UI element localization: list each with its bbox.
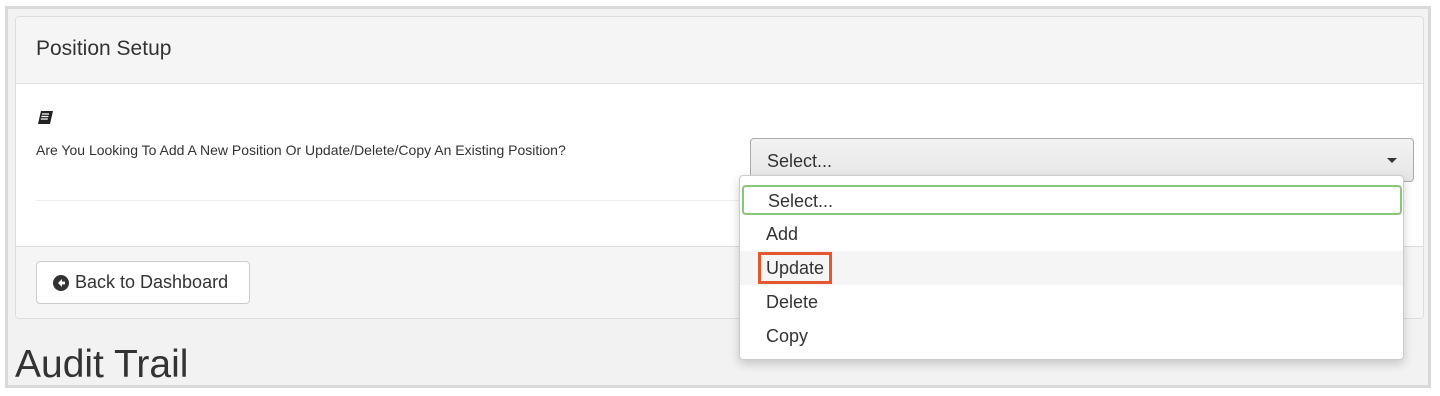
question-label: Are You Looking To Add A New Position Or… xyxy=(36,142,566,158)
select-dropdown-menu: Select... Add Update Delete Copy xyxy=(739,175,1404,360)
option-copy[interactable]: Copy xyxy=(740,319,1403,353)
annotation-highlight-box xyxy=(758,252,832,284)
book-icon xyxy=(37,110,54,125)
back-button-label: Back to Dashboard xyxy=(75,272,229,292)
audit-trail-heading: Audit Trail xyxy=(15,343,189,386)
option-delete[interactable]: Delete xyxy=(740,285,1403,319)
option-select[interactable]: Select... xyxy=(742,185,1402,215)
back-to-dashboard-button[interactable]: Back to Dashboard xyxy=(36,261,250,304)
option-add[interactable]: Add xyxy=(740,217,1403,251)
select-value: Select... xyxy=(767,151,833,171)
panel-title: Position Setup xyxy=(36,37,172,60)
panel-heading: Position Setup xyxy=(16,17,1423,84)
option-update[interactable]: Update xyxy=(740,251,1403,285)
caret-down-icon xyxy=(1387,158,1397,163)
arrow-left-circle-icon xyxy=(53,274,69,291)
